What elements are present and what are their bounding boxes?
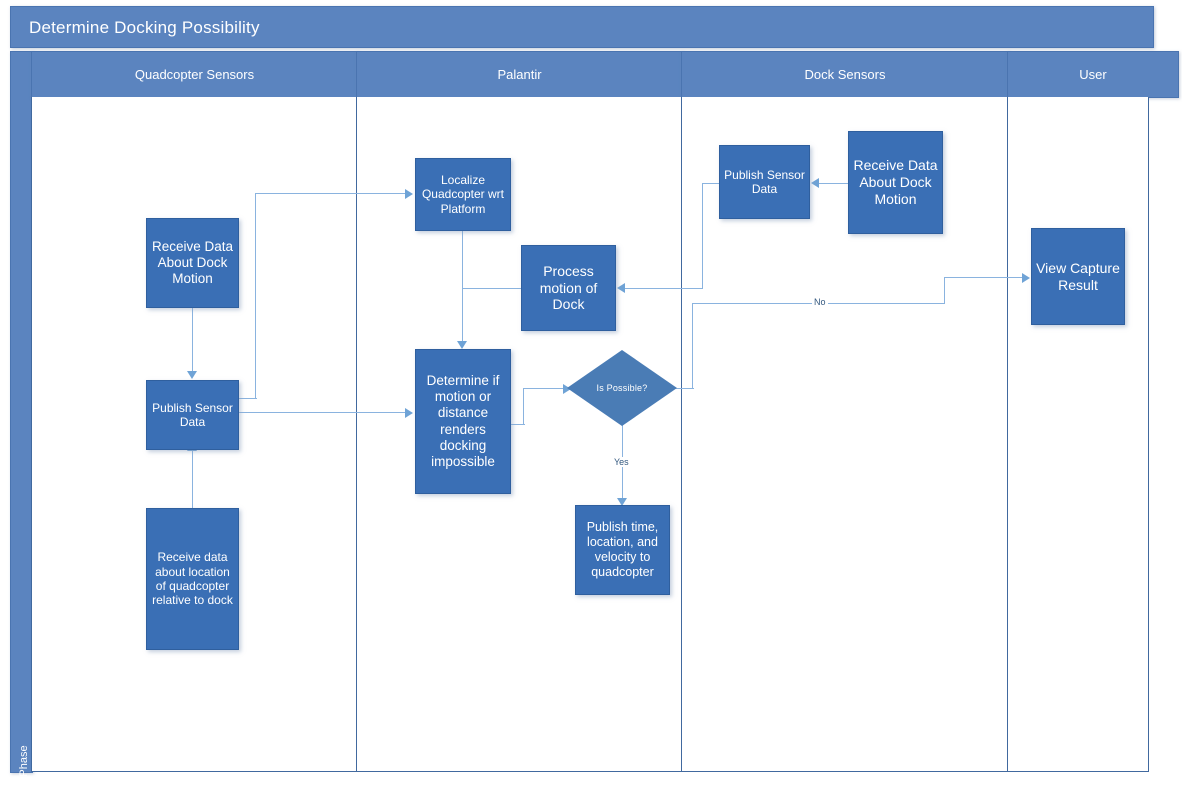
- node-label: Receive Data About Dock Motion: [853, 157, 938, 207]
- node-label: View Capture Result: [1036, 259, 1120, 293]
- node-label: Receive Data About Dock Motion: [151, 238, 234, 287]
- node-receive-data-about-dock-motion-dock[interactable]: Receive Data About Dock Motion: [848, 131, 943, 234]
- connector-no-to-user: [944, 277, 1026, 279]
- arrowhead-down-q-publish: [187, 371, 197, 379]
- node-label: Determine if motion or distance renders …: [426, 372, 500, 469]
- node-decision-is-possible[interactable]: Is Possible?: [567, 350, 677, 426]
- node-publish-sensor-data-quadcopter[interactable]: Publish Sensor Data: [146, 380, 239, 450]
- connector-p-determine-riser: [523, 388, 525, 425]
- connector-d-receive-to-d-publish: [818, 183, 848, 185]
- arrowhead-left-p-process: [617, 283, 625, 293]
- connector-q-receive-to-q-publish: [192, 308, 194, 374]
- node-label: Publish Sensor Data: [724, 167, 805, 196]
- page-title: Determine Docking Possibility: [29, 18, 260, 37]
- node-localize-quadcopter-wrt-platform[interactable]: Localize Quadcopter wrt Platform: [415, 158, 511, 231]
- node-label: Is Possible?: [596, 383, 648, 393]
- connector-d-publish-drop: [702, 183, 704, 289]
- connector-no-riser: [692, 303, 694, 389]
- node-label: Process motion of Dock: [539, 262, 598, 313]
- flowchart-canvas: Determine Docking Possibility Phase Quad…: [0, 0, 1182, 777]
- lane-header-palantir[interactable]: Palantir: [356, 51, 683, 98]
- arrowhead-down-p-determine: [457, 341, 467, 349]
- node-label: Publish Sensor Data: [152, 400, 233, 429]
- connector-d-publish-out: [702, 183, 720, 185]
- edge-label-no: No: [812, 297, 828, 307]
- node-process-motion-of-dock[interactable]: Process motion of Dock: [521, 245, 616, 331]
- connector-no-riser-2: [944, 277, 946, 304]
- lane-header-quadcopter-sensors[interactable]: Quadcopter Sensors: [31, 51, 358, 98]
- lane-header-user[interactable]: User: [1007, 51, 1179, 98]
- node-view-capture-result[interactable]: View Capture Result: [1031, 228, 1125, 325]
- node-label: Localize Quadcopter wrt Platform: [421, 172, 505, 216]
- node-publish-time-location-velocity[interactable]: Publish time, location, and velocity to …: [575, 505, 670, 595]
- phase-column: Phase: [10, 51, 33, 777]
- node-publish-sensor-data-dock[interactable]: Publish Sensor Data: [719, 145, 810, 219]
- arrowhead-right-p-localize: [405, 189, 413, 199]
- node-receive-data-location-quadcopter[interactable]: Receive data about location of quadcopte…: [146, 508, 239, 650]
- phase-label: Phase: [18, 745, 30, 777]
- node-label: Publish time, location, and velocity to …: [586, 520, 659, 579]
- arrowhead-right-p-determine: [405, 408, 413, 418]
- diagram-title-bar: Determine Docking Possibility: [10, 6, 1154, 48]
- connector-p-localize-to-p-process: [462, 288, 522, 290]
- lane-body-user: [1007, 97, 1149, 772]
- lane-header-dock-sensors[interactable]: Dock Sensors: [681, 51, 1009, 98]
- connector-q-publish-to-p-determine: [239, 412, 407, 414]
- arrowhead-left-d-publish: [811, 178, 819, 188]
- arrowhead-right-u-view: [1022, 273, 1030, 283]
- connector-q-location-to-q-publish: [192, 450, 194, 508]
- connector-p-determine-to-decision: [523, 388, 567, 390]
- node-receive-data-about-dock-motion-quadcopter[interactable]: Receive Data About Dock Motion: [146, 218, 239, 308]
- node-label: Receive data about location of quadcopte…: [152, 550, 233, 608]
- node-determine-docking-impossible[interactable]: Determine if motion or distance renders …: [415, 349, 511, 494]
- connector-d-publish-to-p-process: [625, 288, 703, 290]
- connector-q-publish-riser: [255, 193, 257, 399]
- connector-to-p-localize: [255, 193, 407, 195]
- edge-label-yes: Yes: [612, 457, 631, 467]
